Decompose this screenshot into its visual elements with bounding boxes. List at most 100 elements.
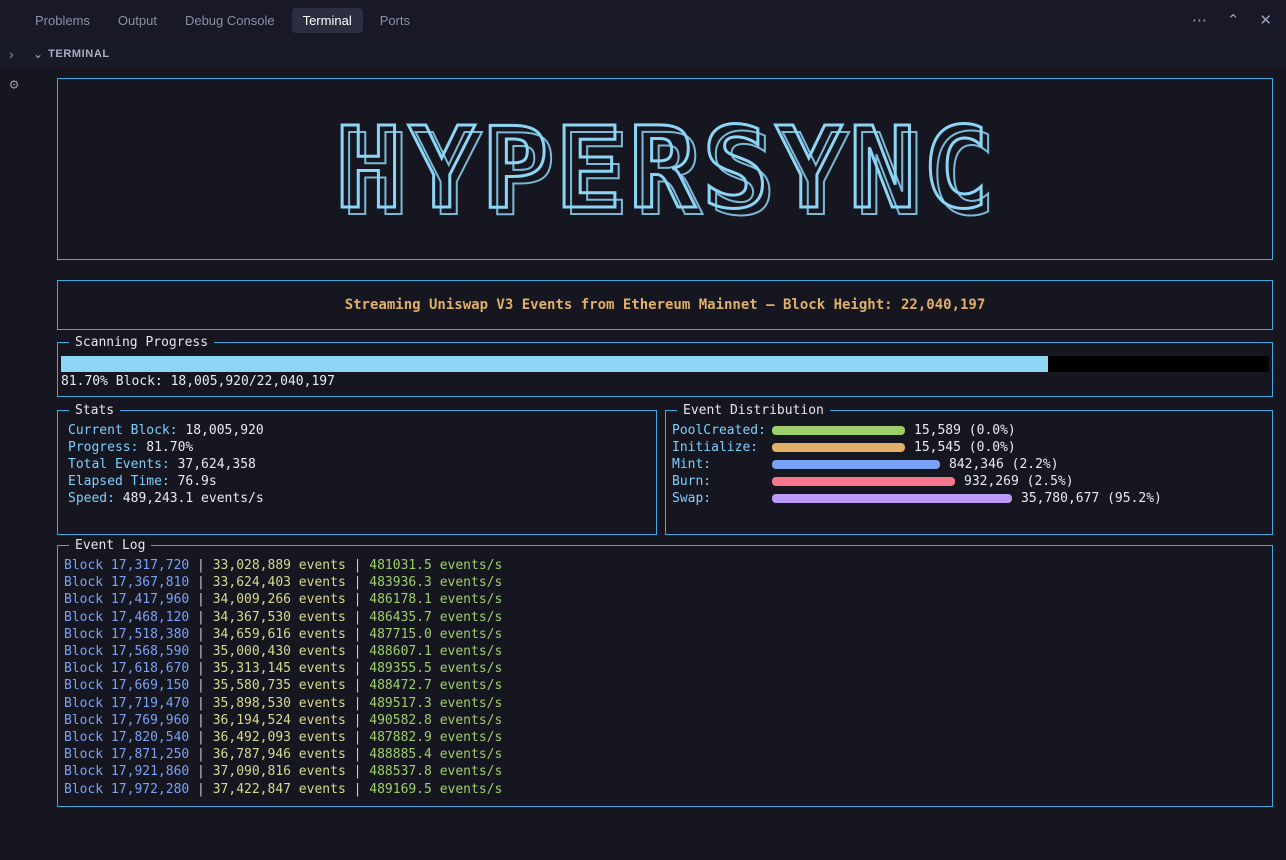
log-events: 37,422,847 events [213, 782, 346, 797]
distribution-label: Initialize: [672, 440, 772, 455]
distribution-row: Mint:842,346 (2.2%) [672, 456, 1266, 473]
stat-value: 37,624,358 [170, 457, 256, 472]
event-log-box: Event Log Block 17,317,720 | 33,028,889 … [57, 545, 1273, 807]
log-row: Block 17,568,590 | 35,000,430 events | 4… [64, 643, 1266, 660]
log-events: 35,313,145 events [213, 661, 346, 676]
log-block: Block 17,568,590 [64, 644, 189, 659]
log-separator: | [189, 713, 212, 728]
log-row: Block 17,719,470 | 35,898,530 events | 4… [64, 695, 1266, 712]
distribution-label: PoolCreated: [672, 423, 772, 438]
log-separator: | [346, 592, 369, 607]
log-row: Block 17,871,250 | 36,787,946 events | 4… [64, 746, 1266, 763]
distribution-value: 15,589 (0.0%) [914, 423, 1016, 438]
distribution-row: Burn:932,269 (2.5%) [672, 473, 1266, 490]
log-separator: | [189, 764, 212, 779]
log-separator: | [189, 575, 212, 590]
progress-label: 81.70% Block: 18,005,920/22,040,197 [61, 374, 1269, 389]
chevron-right-icon[interactable]: › [9, 46, 14, 62]
log-separator: | [346, 575, 369, 590]
stats-rows: Current Block: 18,005,920Progress: 81.70… [68, 422, 646, 507]
tab-output[interactable]: Output [107, 8, 168, 33]
stat-label: Progress: [68, 440, 138, 455]
log-separator: | [346, 610, 369, 625]
progress-box: Scanning Progress 81.70% Block: 18,005,9… [57, 342, 1273, 397]
log-events: 34,009,266 events [213, 592, 346, 607]
vscode-panel: ProblemsOutputDebug ConsoleTerminalPorts… [0, 0, 1286, 860]
log-events: 35,580,735 events [213, 678, 346, 693]
terminal-header-label: TERMINAL [48, 48, 110, 60]
log-block: Block 17,972,280 [64, 782, 189, 797]
log-separator: | [346, 747, 369, 762]
close-panel-icon[interactable]: ✕ [1259, 13, 1272, 28]
log-block: Block 17,921,860 [64, 764, 189, 779]
stat-line: Progress: 81.70% [68, 439, 646, 456]
log-row: Block 17,669,150 | 35,580,735 events | 4… [64, 677, 1266, 694]
log-separator: | [346, 730, 369, 745]
distribution-bar [772, 443, 905, 452]
panel-body: ⚙ HYPERSYNC HYPERSYNC Streaming Uniswap … [0, 67, 1286, 860]
log-speed: 489517.3 events/s [369, 696, 502, 711]
maximize-panel-icon[interactable]: ⌃ [1227, 13, 1240, 28]
stats-box: Stats Current Block: 18,005,920Progress:… [57, 410, 657, 535]
log-row: Block 17,618,670 | 35,313,145 events | 4… [64, 660, 1266, 677]
tab-debug-console[interactable]: Debug Console [174, 8, 286, 33]
log-separator: | [189, 661, 212, 676]
distribution-bar [772, 426, 905, 435]
log-speed: 488537.8 events/s [369, 764, 502, 779]
log-block: Block 17,518,380 [64, 627, 189, 642]
log-row: Block 17,518,380 | 34,659,616 events | 4… [64, 626, 1266, 643]
stat-label: Total Events: [68, 457, 170, 472]
panel-tabbar: ProblemsOutputDebug ConsoleTerminalPorts… [0, 0, 1286, 40]
log-speed: 487715.0 events/s [369, 627, 502, 642]
event-log-rows: Block 17,317,720 | 33,028,889 events | 4… [64, 557, 1266, 798]
tab-problems[interactable]: Problems [24, 8, 101, 33]
log-row: Block 17,468,120 | 34,367,530 events | 4… [64, 609, 1266, 626]
stats-box-title: Stats [69, 402, 120, 419]
log-separator: | [189, 782, 212, 797]
banner-box: HYPERSYNC HYPERSYNC [57, 78, 1273, 260]
log-block: Block 17,317,720 [64, 558, 189, 573]
log-events: 36,194,524 events [213, 713, 346, 728]
log-row: Block 17,769,960 | 36,194,524 events | 4… [64, 712, 1266, 729]
more-actions-icon[interactable]: ⋯ [1192, 13, 1207, 28]
panel-actions: ⋯ ⌃ ✕ [1192, 13, 1272, 28]
stream-subtitle: Streaming Uniswap V3 Events from Ethereu… [345, 297, 986, 313]
subtitle-box: Streaming Uniswap V3 Events from Ethereu… [57, 280, 1273, 330]
distribution-box-title: Event Distribution [677, 402, 830, 419]
log-block: Block 17,820,540 [64, 730, 189, 745]
distribution-bar [772, 460, 940, 469]
stat-line: Total Events: 37,624,358 [68, 456, 646, 473]
stat-line: Current Block: 18,005,920 [68, 422, 646, 439]
stat-value: 76.9s [170, 474, 217, 489]
log-row: Block 17,972,280 | 37,422,847 events | 4… [64, 781, 1266, 798]
log-block: Block 17,719,470 [64, 696, 189, 711]
event-distribution-box: Event Distribution PoolCreated:15,589 (0… [665, 410, 1273, 535]
tab-ports[interactable]: Ports [369, 8, 421, 33]
distribution-row: Initialize:15,545 (0.0%) [672, 439, 1266, 456]
chevron-down-icon[interactable]: ⌄ [33, 47, 43, 61]
distribution-label: Swap: [672, 491, 772, 506]
tab-terminal[interactable]: Terminal [292, 8, 363, 33]
log-block: Block 17,769,960 [64, 713, 189, 728]
distribution-value: 932,269 (2.5%) [964, 474, 1074, 489]
log-events: 34,659,616 events [213, 627, 346, 642]
left-rail: ⚙ [0, 67, 28, 860]
log-separator: | [346, 782, 369, 797]
terminal-content[interactable]: HYPERSYNC HYPERSYNC Streaming Uniswap V3… [28, 67, 1286, 860]
rail-gear-icon[interactable]: ⚙ [9, 75, 18, 93]
log-speed: 487882.9 events/s [369, 730, 502, 745]
log-speed: 481031.5 events/s [369, 558, 502, 573]
log-separator: | [189, 678, 212, 693]
distribution-bar [772, 494, 1012, 503]
log-separator: | [189, 610, 212, 625]
log-row: Block 17,820,540 | 36,492,093 events | 4… [64, 729, 1266, 746]
stat-line: Speed: 489,243.1 events/s [68, 490, 646, 507]
log-separator: | [346, 644, 369, 659]
log-events: 37,090,816 events [213, 764, 346, 779]
log-row: Block 17,417,960 | 34,009,266 events | 4… [64, 591, 1266, 608]
progress-box-title: Scanning Progress [69, 334, 214, 351]
log-separator: | [346, 678, 369, 693]
log-separator: | [346, 696, 369, 711]
log-separator: | [189, 558, 212, 573]
log-separator: | [189, 747, 212, 762]
